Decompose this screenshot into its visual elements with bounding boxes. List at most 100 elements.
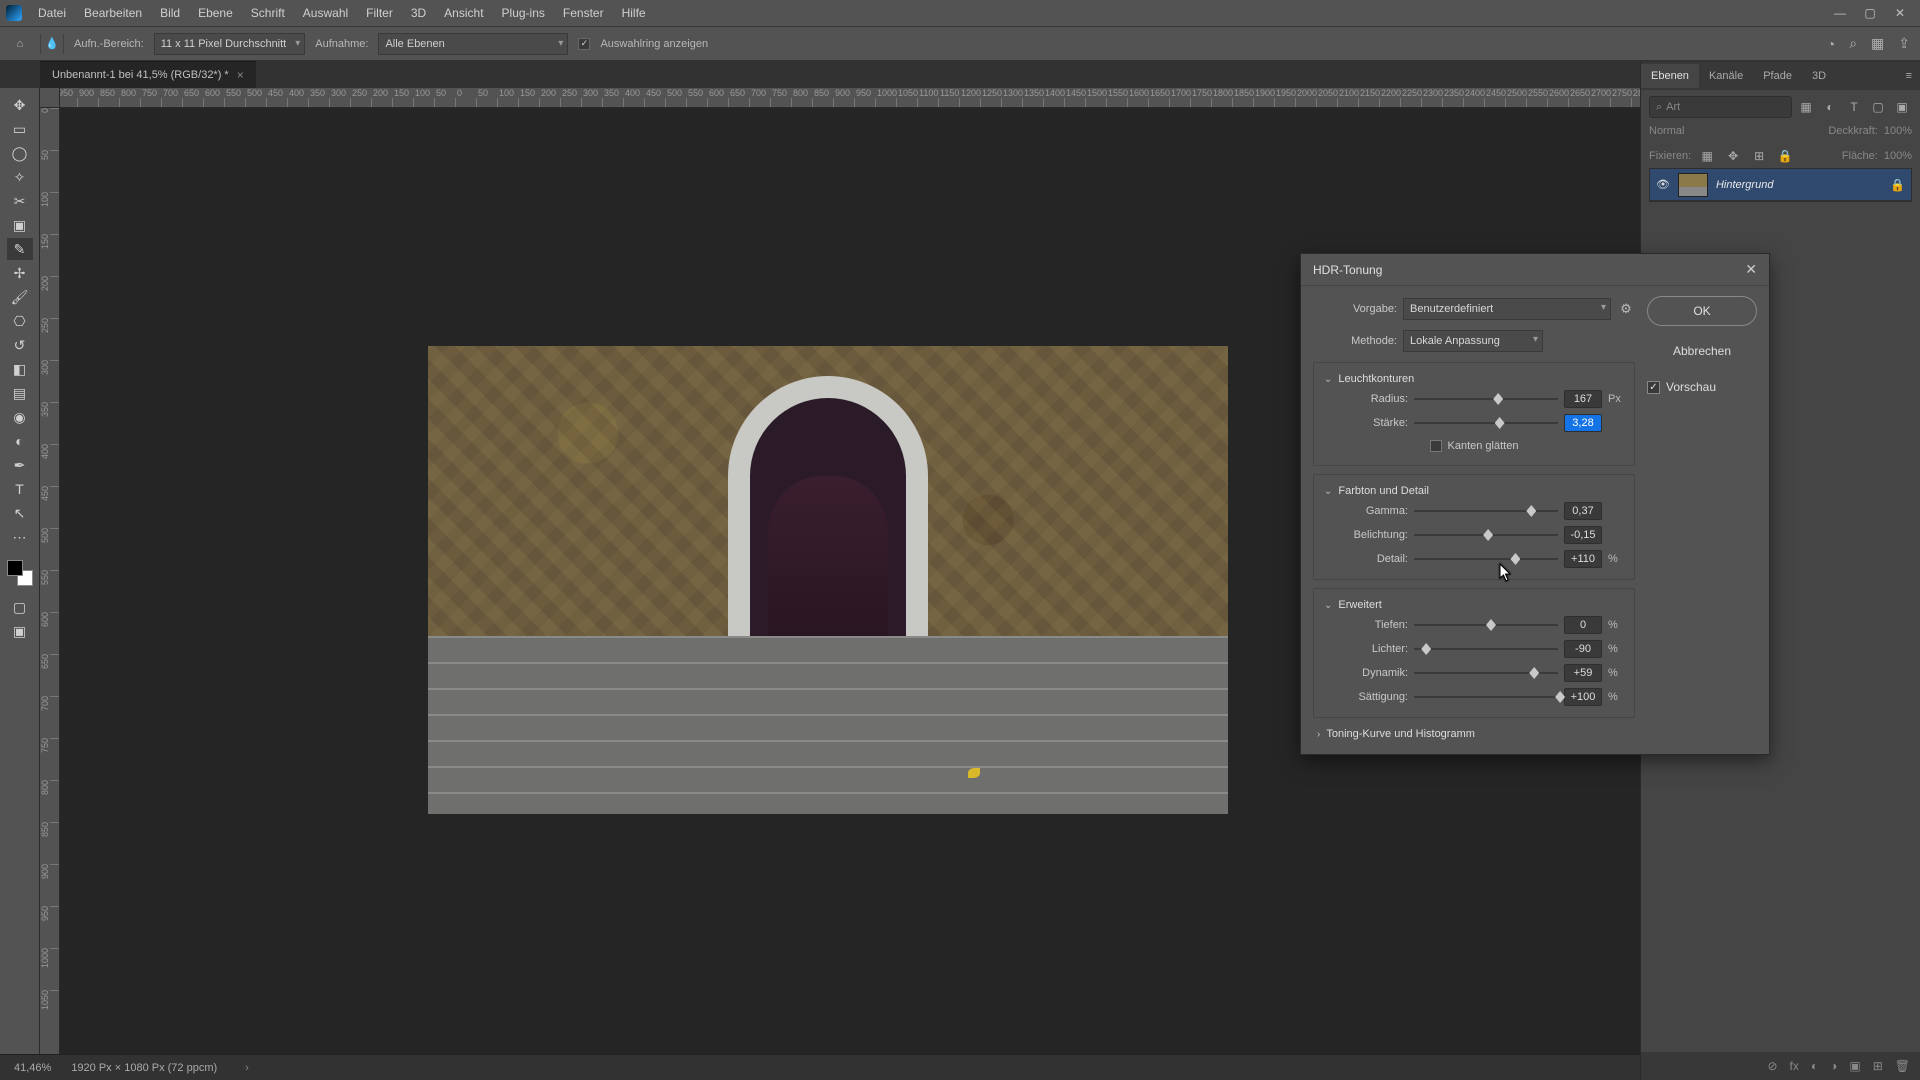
menu-plugins[interactable]: Plug-ins	[494, 2, 553, 24]
show-sampling-ring-checkbox[interactable]: ✓	[578, 38, 590, 50]
menu-3d[interactable]: 3D	[403, 2, 434, 24]
workspace-icon[interactable]: ▦	[1871, 35, 1884, 52]
menu-filter[interactable]: Filter	[358, 2, 401, 24]
section-tone-detail-header[interactable]: ⌄ Farbton und Detail	[1324, 485, 1626, 497]
type-tool[interactable]: T	[7, 478, 33, 500]
sample-source-dropdown[interactable]: Alle Ebenen	[378, 33, 568, 55]
crop-tool[interactable]: ✂	[7, 190, 33, 212]
strength-value[interactable]: 3,28	[1564, 414, 1602, 432]
layer-filter-dropdown[interactable]: Art	[1649, 96, 1792, 118]
saturation-slider[interactable]	[1414, 690, 1558, 704]
menu-view[interactable]: Ansicht	[436, 2, 491, 24]
status-info-caret[interactable]: ›	[245, 1062, 249, 1074]
lasso-tool[interactable]: ◯	[7, 142, 33, 164]
quick-mask-tool[interactable]: ▢	[7, 596, 33, 618]
adjustment-layer-icon[interactable]: ◑	[1830, 1059, 1837, 1073]
magic-wand-tool[interactable]: ✧	[7, 166, 33, 188]
eyedropper-icon[interactable]: 💧	[40, 34, 64, 54]
layer-row-background[interactable]: 👁 Hintergrund 🔒	[1650, 169, 1911, 201]
method-dropdown[interactable]: Lokale Anpassung	[1403, 330, 1543, 352]
ruler-horizontal[interactable]: 9509008508007507006506005505004504003503…	[60, 88, 1640, 108]
menu-file[interactable]: Datei	[30, 2, 74, 24]
clone-stamp-tool[interactable]: ⎔	[7, 310, 33, 332]
trash-icon[interactable]: 🗑	[1895, 1059, 1910, 1073]
dialog-titlebar[interactable]: HDR-Tonung ✕	[1301, 254, 1769, 286]
preset-gear-icon[interactable]: ⚙	[1617, 301, 1635, 317]
path-select-tool[interactable]: ↖	[7, 502, 33, 524]
preset-dropdown[interactable]: Benutzerdefiniert	[1403, 298, 1611, 320]
filter-smart-icon[interactable]: ▣	[1892, 97, 1912, 117]
ok-button[interactable]: OK	[1647, 296, 1757, 326]
panel-menu-icon[interactable]: ≡	[1898, 70, 1920, 82]
dodge-tool[interactable]: ◐	[7, 430, 33, 452]
layer-fx-icon[interactable]: fx	[1790, 1059, 1799, 1073]
filter-type-icon[interactable]: T	[1844, 97, 1864, 117]
detail-slider[interactable]	[1414, 552, 1558, 566]
tab-layers[interactable]: Ebenen	[1641, 64, 1699, 88]
history-brush-tool[interactable]: ↺	[7, 334, 33, 356]
menu-select[interactable]: Auswahl	[295, 2, 356, 24]
close-icon[interactable]: ×	[237, 68, 244, 82]
highlight-slider[interactable]	[1414, 642, 1558, 656]
search-icon[interactable]: ⌕	[1849, 35, 1857, 52]
sample-area-dropdown[interactable]: 11 x 11 Pixel Durchschnitt	[154, 33, 306, 55]
lock-pixels-icon[interactable]: ▦	[1697, 146, 1717, 166]
tab-3d[interactable]: 3D	[1802, 64, 1836, 88]
eraser-tool[interactable]: ◧	[7, 358, 33, 380]
tab-channels[interactable]: Kanäle	[1699, 64, 1753, 88]
lock-all-icon[interactable]: 🔒	[1775, 146, 1795, 166]
lock-icon[interactable]: 🔒	[1890, 178, 1905, 192]
filter-adjust-icon[interactable]: ◐	[1820, 97, 1840, 117]
gradient-tool[interactable]: ▤	[7, 382, 33, 404]
color-swatches[interactable]	[7, 560, 33, 586]
move-tool[interactable]: ✥	[7, 94, 33, 116]
shadow-value[interactable]: 0	[1564, 616, 1602, 634]
menu-image[interactable]: Bild	[152, 2, 188, 24]
detail-value[interactable]: +110	[1564, 550, 1602, 568]
section-advanced-header[interactable]: ⌄ Erweitert	[1324, 599, 1626, 611]
lock-position-icon[interactable]: ✥	[1723, 146, 1743, 166]
cancel-button[interactable]: Abbrechen	[1647, 336, 1757, 366]
saturation-value[interactable]: +100	[1564, 688, 1602, 706]
tab-paths[interactable]: Pfade	[1753, 64, 1802, 88]
visibility-icon[interactable]: 👁	[1656, 178, 1670, 191]
blend-mode-dropdown[interactable]: Normal	[1649, 125, 1822, 137]
layer-thumbnail[interactable]	[1678, 173, 1708, 197]
layer-name[interactable]: Hintergrund	[1716, 179, 1773, 191]
fill-value[interactable]: 100%	[1884, 150, 1912, 162]
gamma-value[interactable]: 0,37	[1564, 502, 1602, 520]
preview-checkbox[interactable]: ✓	[1647, 381, 1660, 394]
document-tab[interactable]: Unbenannt-1 bei 41,5% (RGB/32*) * ×	[40, 61, 256, 88]
vibrance-slider[interactable]	[1414, 666, 1558, 680]
foreground-color-swatch[interactable]	[7, 560, 23, 576]
window-close[interactable]: ✕	[1886, 3, 1914, 23]
frame-tool[interactable]: ▣	[7, 214, 33, 236]
menu-window[interactable]: Fenster	[555, 2, 612, 24]
vibrance-value[interactable]: +59	[1564, 664, 1602, 682]
window-maximize[interactable]: ▢	[1856, 3, 1884, 23]
new-layer-icon[interactable]: ⊞	[1873, 1059, 1883, 1073]
radius-value[interactable]: 167	[1564, 390, 1602, 408]
document-info[interactable]: 1920 Px × 1080 Px (72 ppcm)	[71, 1062, 217, 1074]
exposure-slider[interactable]	[1414, 528, 1558, 542]
rect-marquee-tool[interactable]: ▭	[7, 118, 33, 140]
lock-artboard-icon[interactable]: ⊞	[1749, 146, 1769, 166]
menu-layer[interactable]: Ebene	[190, 2, 241, 24]
link-layers-icon[interactable]: ⊘	[1767, 1059, 1777, 1073]
opacity-value[interactable]: 100%	[1884, 125, 1912, 137]
blur-tool[interactable]: ◉	[7, 406, 33, 428]
dialog-close-icon[interactable]: ✕	[1745, 261, 1757, 278]
shadow-slider[interactable]	[1414, 618, 1558, 632]
group-icon[interactable]: ▣	[1849, 1059, 1860, 1073]
radius-slider[interactable]	[1414, 392, 1558, 406]
share-icon[interactable]: ⇪	[1898, 35, 1910, 52]
menu-help[interactable]: Hilfe	[614, 2, 654, 24]
layer-mask-icon[interactable]: ◐	[1811, 1059, 1818, 1073]
smooth-edges-checkbox[interactable]	[1430, 440, 1442, 452]
section-edgeglow-header[interactable]: ⌄ Leuchtkonturen	[1324, 373, 1626, 385]
highlight-value[interactable]: -90	[1564, 640, 1602, 658]
gamma-slider[interactable]	[1414, 504, 1558, 518]
ruler-origin[interactable]	[40, 88, 60, 108]
cloud-icon[interactable]: ◔	[1827, 36, 1835, 52]
brush-tool[interactable]: 🖌	[7, 286, 33, 308]
